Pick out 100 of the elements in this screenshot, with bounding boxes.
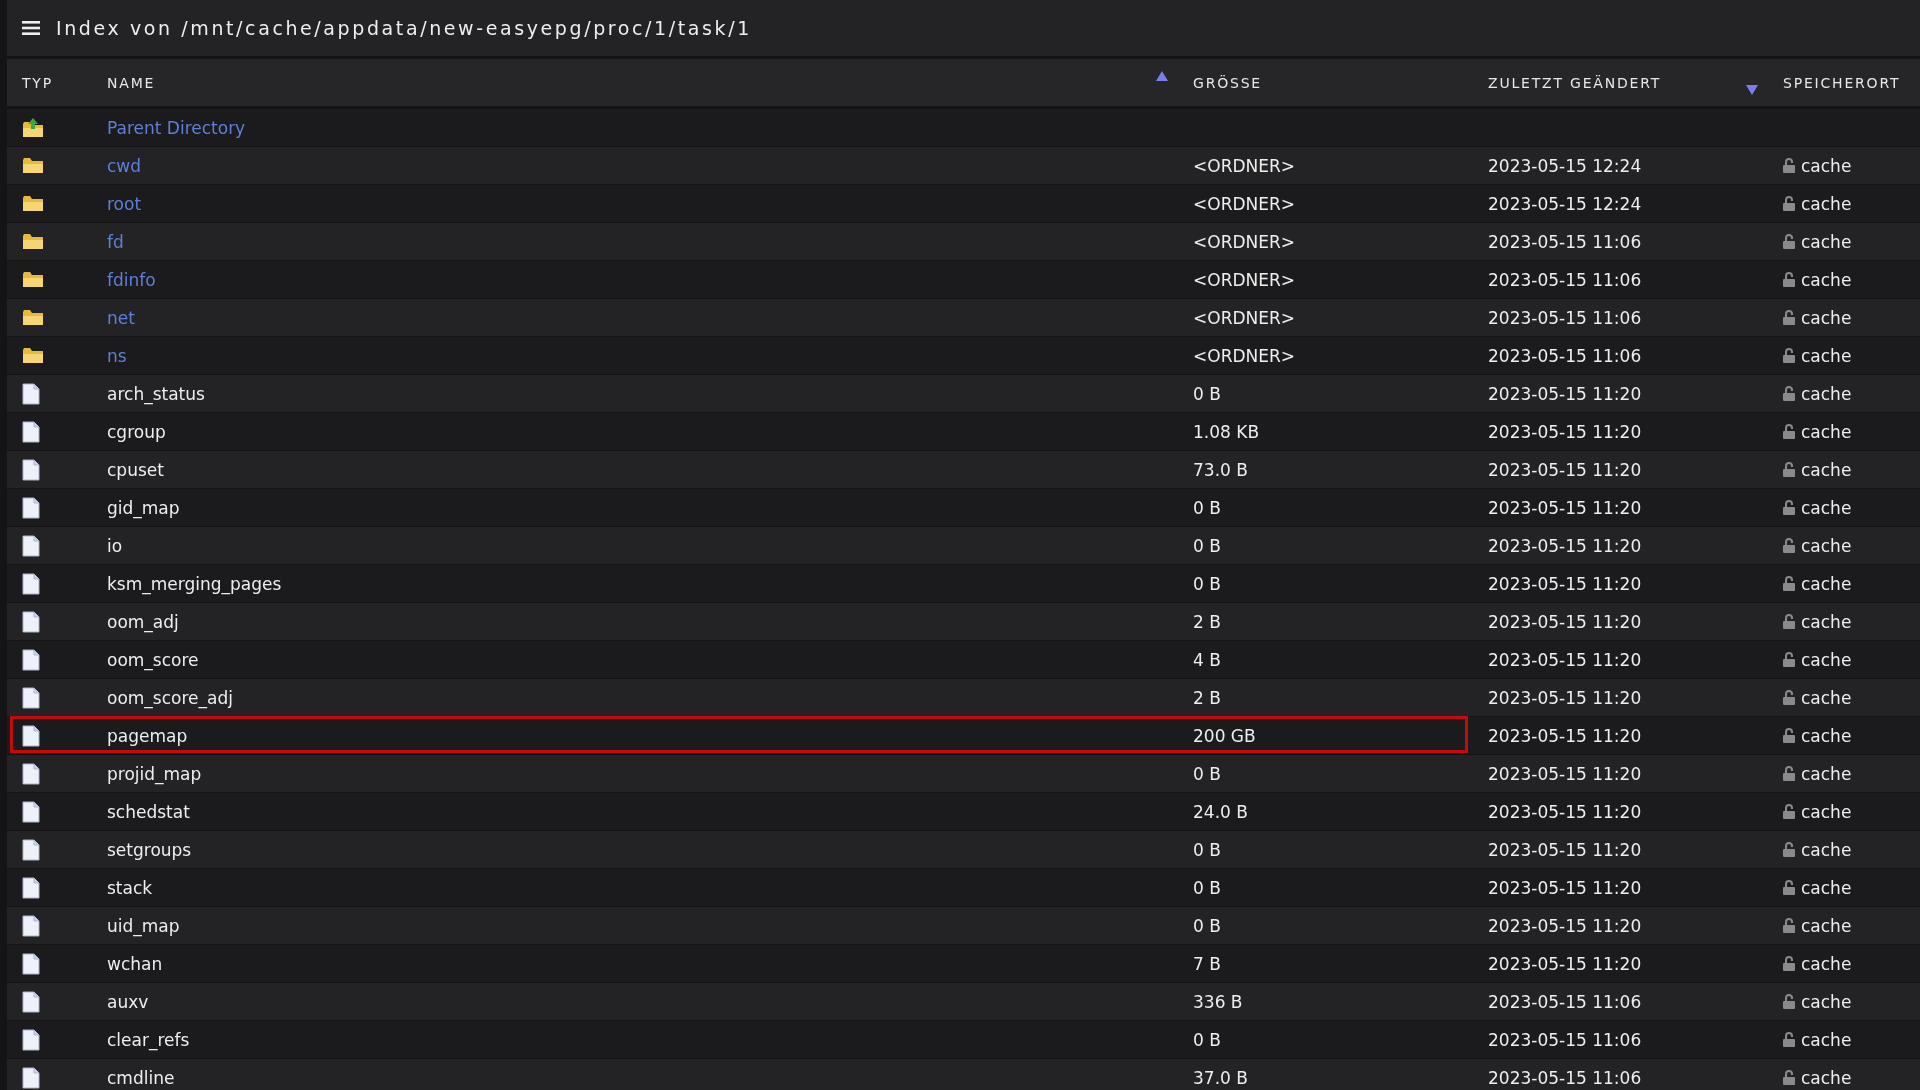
table-row[interactable]: oom_score 4 B 2023-05-15 11:20 cache — [7, 640, 1920, 678]
file-icon — [22, 800, 40, 823]
column-header[interactable]: TYP — [7, 59, 92, 106]
folder-link[interactable]: cwd — [107, 155, 142, 176]
file-name[interactable]: cmdline — [107, 1067, 175, 1088]
storage-location: cache — [1801, 573, 1852, 594]
table-row[interactable]: uid_map 0 B 2023-05-15 11:20 cache — [7, 906, 1920, 944]
storage-location: cache — [1801, 763, 1852, 784]
unlocked-padlock-icon — [1783, 234, 1795, 249]
file-name[interactable]: oom_score — [107, 649, 199, 670]
menu-icon[interactable] — [22, 21, 40, 35]
file-size: <ORDNER> — [1193, 269, 1296, 290]
table-row[interactable]: cmdline 37.0 B 2023-05-15 11:06 cache — [7, 1058, 1920, 1090]
modified-date: 2023-05-15 11:20 — [1488, 611, 1642, 632]
unlocked-padlock-icon — [1783, 766, 1795, 781]
table-row[interactable]: ns <ORDNER> 2023-05-15 11:06 cache — [7, 336, 1920, 374]
unlocked-padlock-icon — [1783, 272, 1795, 287]
table-row[interactable]: pagemap 200 GB 2023-05-15 11:20 cache — [7, 716, 1920, 754]
table-row[interactable]: stack 0 B 2023-05-15 11:20 cache — [7, 868, 1920, 906]
folder-link[interactable]: root — [107, 193, 142, 214]
table-row[interactable]: setgroups 0 B 2023-05-15 11:20 cache — [7, 830, 1920, 868]
unlocked-padlock-icon — [1783, 576, 1795, 591]
column-header[interactable]: SPEICHERORT — [1768, 59, 1920, 106]
folder-icon — [22, 309, 44, 326]
table-row[interactable]: Parent Directory — [7, 108, 1920, 146]
table-row[interactable]: oom_adj 2 B 2023-05-15 11:20 cache — [7, 602, 1920, 640]
folder-link[interactable]: fd — [107, 231, 124, 252]
modified-date: 2023-05-15 11:20 — [1488, 953, 1642, 974]
table-row[interactable]: clear_refs 0 B 2023-05-15 11:06 cache — [7, 1020, 1920, 1058]
table-row[interactable]: arch_status 0 B 2023-05-15 11:20 cache — [7, 374, 1920, 412]
file-name[interactable]: uid_map — [107, 915, 180, 936]
table-row[interactable]: auxv 336 B 2023-05-15 11:06 cache — [7, 982, 1920, 1020]
file-name[interactable]: cgroup — [107, 421, 166, 442]
storage-location: cache — [1801, 611, 1852, 632]
file-name[interactable]: schedstat — [107, 801, 190, 822]
column-header[interactable]: ZULETZT GEÄNDERT — [1473, 59, 1768, 106]
file-size: 0 B — [1193, 877, 1221, 898]
unlocked-padlock-icon — [1783, 994, 1795, 1009]
table-row[interactable]: root <ORDNER> 2023-05-15 12:24 cache — [7, 184, 1920, 222]
table-row[interactable]: io 0 B 2023-05-15 11:20 cache — [7, 526, 1920, 564]
unlocked-padlock-icon — [1783, 956, 1795, 971]
table-row[interactable]: net <ORDNER> 2023-05-15 11:06 cache — [7, 298, 1920, 336]
table-row[interactable]: cgroup 1.08 KB 2023-05-15 11:20 cache — [7, 412, 1920, 450]
table-row[interactable]: ksm_merging_pages 0 B 2023-05-15 11:20 cache — [7, 564, 1920, 602]
table-row[interactable]: oom_score_adj 2 B 2023-05-15 11:20 cache — [7, 678, 1920, 716]
file-icon — [22, 838, 40, 861]
table-row[interactable]: cwd <ORDNER> 2023-05-15 12:24 cache — [7, 146, 1920, 184]
unlocked-padlock-icon — [1783, 538, 1795, 553]
file-name[interactable]: pagemap — [107, 725, 188, 746]
table-row[interactable]: wchan 7 B 2023-05-15 11:20 cache — [7, 944, 1920, 982]
folder-link[interactable]: Parent Directory — [107, 117, 246, 138]
file-icon — [22, 496, 40, 519]
file-size: 4 B — [1193, 649, 1221, 670]
storage-location: cache — [1801, 383, 1852, 404]
file-icon — [22, 686, 40, 709]
table-row[interactable]: fd <ORDNER> 2023-05-15 11:06 cache — [7, 222, 1920, 260]
file-name[interactable]: clear_refs — [107, 1029, 190, 1050]
file-size: 0 B — [1193, 763, 1221, 784]
file-size: 0 B — [1193, 1029, 1221, 1050]
modified-date: 2023-05-15 11:20 — [1488, 801, 1642, 822]
column-header[interactable]: GRÖSSE — [1178, 59, 1473, 106]
column-header[interactable]: NAME — [92, 59, 1178, 106]
table-row[interactable]: gid_map 0 B 2023-05-15 11:20 cache — [7, 488, 1920, 526]
file-name[interactable]: io — [107, 535, 123, 556]
file-name[interactable]: ksm_merging_pages — [107, 573, 282, 594]
file-size: 0 B — [1193, 839, 1221, 860]
table-row[interactable]: projid_map 0 B 2023-05-15 11:20 cache — [7, 754, 1920, 792]
file-name[interactable]: stack — [107, 877, 153, 898]
sort-ascending-icon[interactable] — [1156, 71, 1168, 81]
modified-date: 2023-05-15 11:06 — [1488, 991, 1642, 1012]
table-row[interactable]: schedstat 24.0 B 2023-05-15 11:20 cache — [7, 792, 1920, 830]
modified-date: 2023-05-15 11:06 — [1488, 1067, 1642, 1088]
sort-descending-icon[interactable] — [1746, 85, 1758, 95]
file-size: 0 B — [1193, 497, 1221, 518]
storage-location: cache — [1801, 839, 1852, 860]
modified-date: 2023-05-15 11:20 — [1488, 535, 1642, 556]
folder-up-icon[interactable] — [22, 117, 44, 138]
file-name[interactable]: gid_map — [107, 497, 180, 518]
modified-date: 2023-05-15 11:20 — [1488, 459, 1642, 480]
file-name[interactable]: wchan — [107, 953, 163, 974]
modified-date: 2023-05-15 11:20 — [1488, 649, 1642, 670]
folder-link[interactable]: ns — [107, 345, 127, 366]
table-row[interactable]: fdinfo <ORDNER> 2023-05-15 11:06 cache — [7, 260, 1920, 298]
file-name[interactable]: arch_status — [107, 383, 205, 404]
file-icon — [22, 382, 40, 405]
file-name[interactable]: oom_score_adj — [107, 687, 233, 708]
storage-location: cache — [1801, 953, 1852, 974]
storage-location: cache — [1801, 155, 1852, 176]
storage-location: cache — [1801, 1067, 1852, 1088]
folder-link[interactable]: fdinfo — [107, 269, 156, 290]
table-row[interactable]: cpuset 73.0 B 2023-05-15 11:20 cache — [7, 450, 1920, 488]
file-name[interactable]: cpuset — [107, 459, 164, 480]
file-icon — [22, 990, 40, 1013]
file-name[interactable]: auxv — [107, 991, 149, 1012]
file-size: 2 B — [1193, 611, 1221, 632]
unlocked-padlock-icon — [1783, 348, 1795, 363]
file-name[interactable]: projid_map — [107, 763, 202, 784]
file-name[interactable]: setgroups — [107, 839, 192, 860]
folder-link[interactable]: net — [107, 307, 135, 328]
file-name[interactable]: oom_adj — [107, 611, 179, 632]
